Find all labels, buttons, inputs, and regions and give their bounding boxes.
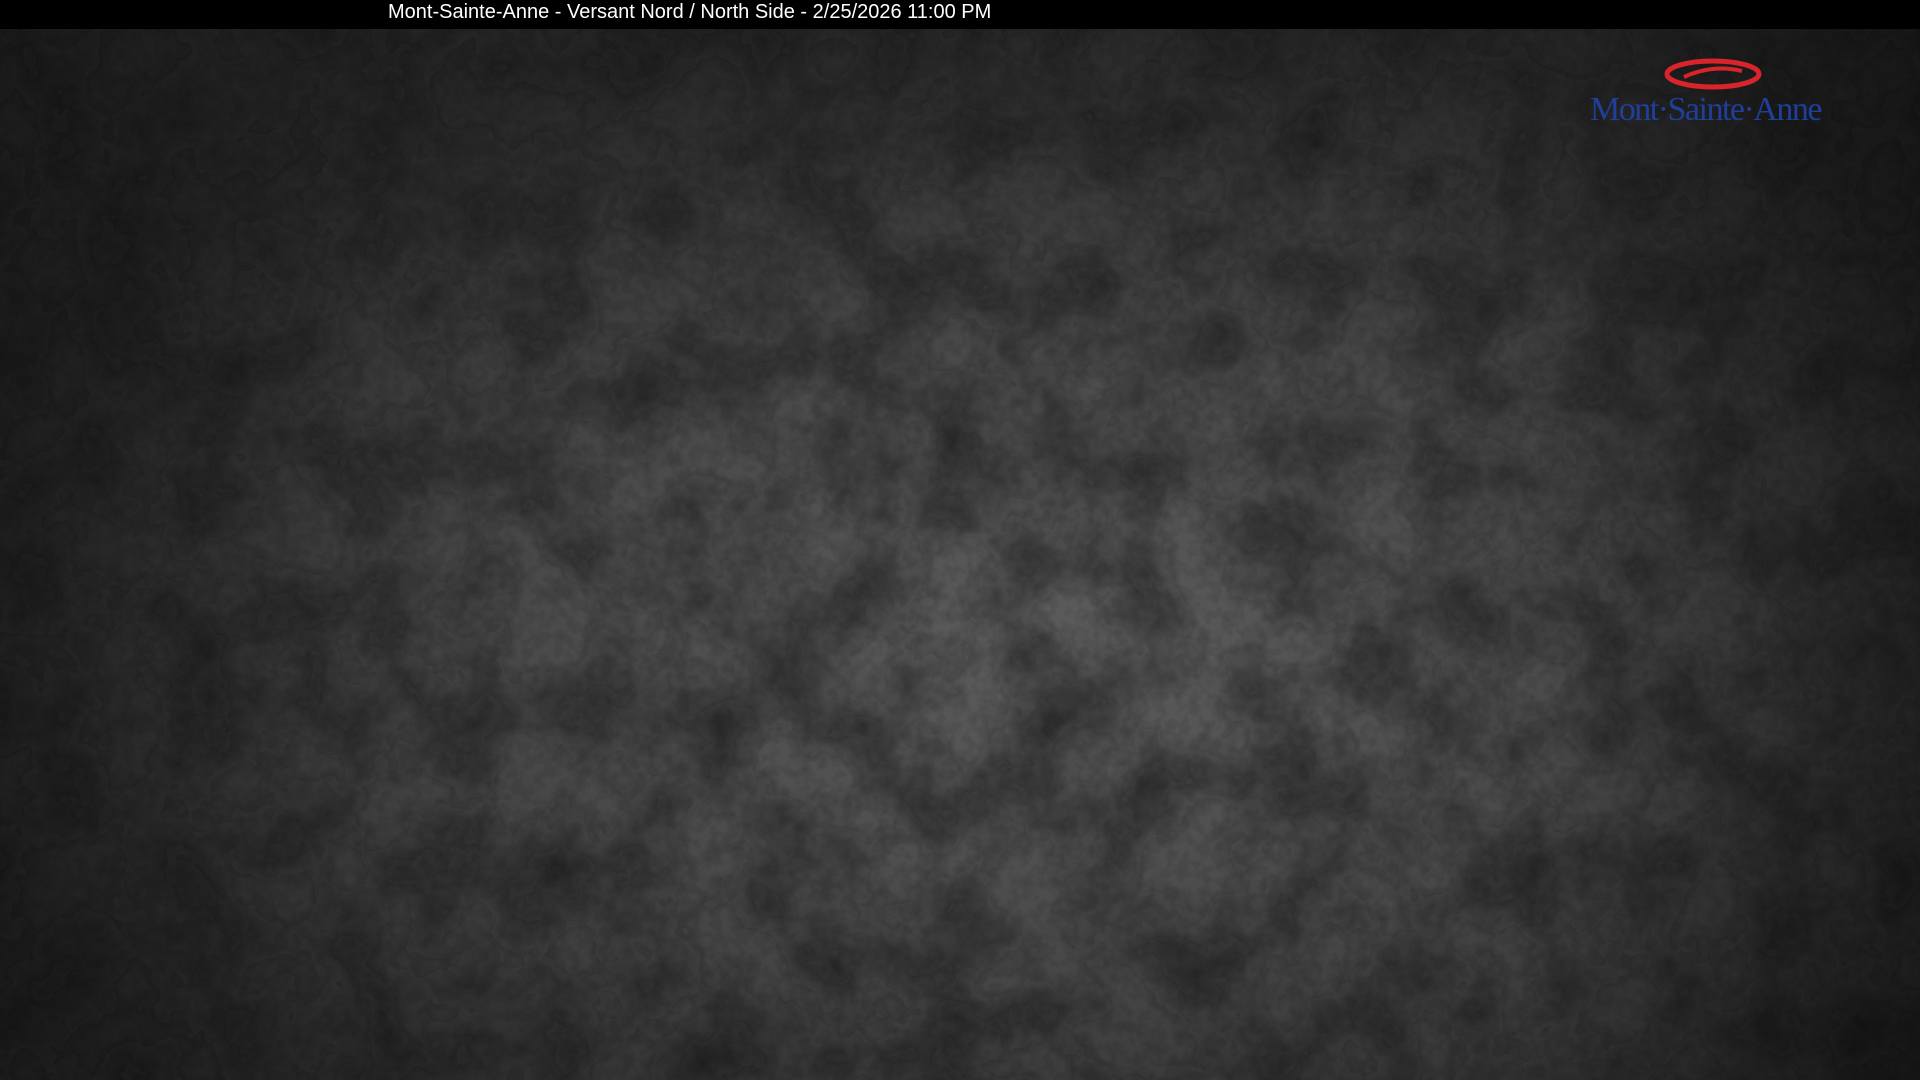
- webcam-frame: Mont-Sainte-Anne - Versant Nord / North …: [0, 0, 1920, 1080]
- logo-wordmark: Mont·Sainte·Anne: [1590, 91, 1822, 128]
- logo-ring-icon: [1664, 58, 1762, 90]
- camera-caption: Mont-Sainte-Anne - Versant Nord / North …: [388, 1, 992, 23]
- webcam-image: [0, 0, 1920, 1080]
- caption-bar: Mont-Sainte-Anne - Versant Nord / North …: [0, 0, 1920, 29]
- mont-sainte-anne-logo: Mont·Sainte·Anne: [1590, 58, 1830, 130]
